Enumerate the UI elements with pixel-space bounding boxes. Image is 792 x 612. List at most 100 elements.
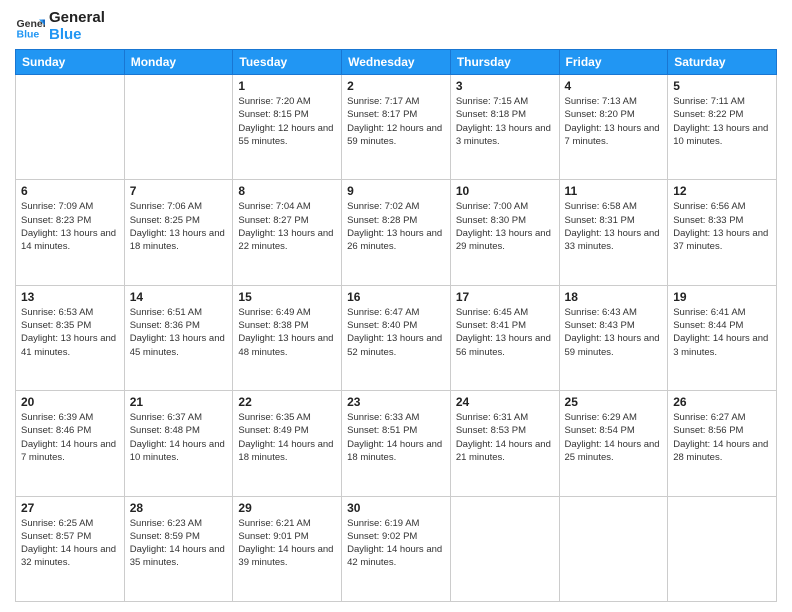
day-number: 13 [21,290,119,304]
day-info: Sunrise: 6:49 AM Sunset: 8:38 PM Dayligh… [238,306,336,359]
week-row-3: 13 Sunrise: 6:53 AM Sunset: 8:35 PM Dayli… [16,285,777,390]
calendar-cell [450,496,559,601]
day-info: Sunrise: 7:15 AM Sunset: 8:18 PM Dayligh… [456,95,554,148]
calendar-cell: 15 Sunrise: 6:49 AM Sunset: 8:38 PM Dayli… [233,285,342,390]
weekday-header-sunday: Sunday [16,50,125,75]
calendar-cell: 14 Sunrise: 6:51 AM Sunset: 8:36 PM Dayli… [124,285,233,390]
day-number: 14 [130,290,228,304]
calendar-cell: 9 Sunrise: 7:02 AM Sunset: 8:28 PM Daylig… [342,180,451,285]
day-number: 5 [673,79,771,93]
calendar-cell: 10 Sunrise: 7:00 AM Sunset: 8:30 PM Dayli… [450,180,559,285]
day-info: Sunrise: 7:09 AM Sunset: 8:23 PM Dayligh… [21,200,119,253]
weekday-header-row: SundayMondayTuesdayWednesdayThursdayFrid… [16,50,777,75]
day-number: 10 [456,184,554,198]
page: General Blue General Blue SundayMondayTu… [0,0,792,612]
day-info: Sunrise: 6:25 AM Sunset: 8:57 PM Dayligh… [21,517,119,570]
calendar-cell: 18 Sunrise: 6:43 AM Sunset: 8:43 PM Dayli… [559,285,668,390]
calendar-cell: 17Sunrise: 6:45 AM Sunset: 8:41 PM Dayli… [450,285,559,390]
day-number: 19 [673,290,771,304]
day-number: 17 [456,290,554,304]
header: General Blue General Blue [15,10,777,43]
day-info: Sunrise: 7:17 AM Sunset: 8:17 PM Dayligh… [347,95,445,148]
day-info: Sunrise: 6:51 AM Sunset: 8:36 PM Dayligh… [130,306,228,359]
day-number: 16 [347,290,445,304]
calendar-cell [668,496,777,601]
week-row-5: 27 Sunrise: 6:25 AM Sunset: 8:57 PM Dayli… [16,496,777,601]
logo-icon: General Blue [15,12,45,42]
calendar-table: SundayMondayTuesdayWednesdayThursdayFrid… [15,49,777,602]
calendar-cell: 26Sunrise: 6:27 AM Sunset: 8:56 PM Dayli… [668,391,777,496]
day-info: Sunrise: 7:02 AM Sunset: 8:28 PM Dayligh… [347,200,445,253]
day-info: Sunrise: 7:13 AM Sunset: 8:20 PM Dayligh… [565,95,663,148]
day-number: 20 [21,395,119,409]
day-info: Sunrise: 6:29 AM Sunset: 8:54 PM Dayligh… [565,411,663,464]
day-info: Sunrise: 6:27 AM Sunset: 8:56 PM Dayligh… [673,411,771,464]
calendar-cell: 4 Sunrise: 7:13 AM Sunset: 8:20 PM Daylig… [559,75,668,180]
day-number: 11 [565,184,663,198]
day-number: 30 [347,501,445,515]
day-info: Sunrise: 7:00 AM Sunset: 8:30 PM Dayligh… [456,200,554,253]
week-row-2: 6 Sunrise: 7:09 AM Sunset: 8:23 PM Daylig… [16,180,777,285]
calendar-cell [124,75,233,180]
day-number: 21 [130,395,228,409]
weekday-header-saturday: Saturday [668,50,777,75]
calendar-cell: 7 Sunrise: 7:06 AM Sunset: 8:25 PM Daylig… [124,180,233,285]
calendar-cell: 8 Sunrise: 7:04 AM Sunset: 8:27 PM Daylig… [233,180,342,285]
calendar-cell: 2 Sunrise: 7:17 AM Sunset: 8:17 PM Daylig… [342,75,451,180]
day-info: Sunrise: 6:21 AM Sunset: 9:01 PM Dayligh… [238,517,336,570]
calendar-cell [16,75,125,180]
day-info: Sunrise: 7:20 AM Sunset: 8:15 PM Dayligh… [238,95,336,148]
calendar-cell: 1Sunrise: 7:20 AM Sunset: 8:15 PM Daylig… [233,75,342,180]
day-info: Sunrise: 6:33 AM Sunset: 8:51 PM Dayligh… [347,411,445,464]
day-info: Sunrise: 6:43 AM Sunset: 8:43 PM Dayligh… [565,306,663,359]
svg-text:Blue: Blue [17,28,40,40]
day-number: 28 [130,501,228,515]
day-number: 7 [130,184,228,198]
calendar-cell: 19Sunrise: 6:41 AM Sunset: 8:44 PM Dayli… [668,285,777,390]
day-number: 27 [21,501,119,515]
calendar-cell: 13 Sunrise: 6:53 AM Sunset: 8:35 PM Dayli… [16,285,125,390]
weekday-header-thursday: Thursday [450,50,559,75]
day-number: 15 [238,290,336,304]
logo-blue: Blue [49,27,105,44]
day-info: Sunrise: 6:53 AM Sunset: 8:35 PM Dayligh… [21,306,119,359]
day-number: 9 [347,184,445,198]
logo-general: General [49,10,105,27]
calendar-cell: 23Sunrise: 6:33 AM Sunset: 8:51 PM Dayli… [342,391,451,496]
week-row-1: 1Sunrise: 7:20 AM Sunset: 8:15 PM Daylig… [16,75,777,180]
day-info: Sunrise: 7:04 AM Sunset: 8:27 PM Dayligh… [238,200,336,253]
calendar-cell: 12Sunrise: 6:56 AM Sunset: 8:33 PM Dayli… [668,180,777,285]
calendar-cell: 28 Sunrise: 6:23 AM Sunset: 8:59 PM Dayli… [124,496,233,601]
day-number: 22 [238,395,336,409]
day-number: 4 [565,79,663,93]
day-info: Sunrise: 6:23 AM Sunset: 8:59 PM Dayligh… [130,517,228,570]
week-row-4: 20 Sunrise: 6:39 AM Sunset: 8:46 PM Dayli… [16,391,777,496]
day-info: Sunrise: 7:06 AM Sunset: 8:25 PM Dayligh… [130,200,228,253]
day-number: 18 [565,290,663,304]
calendar-cell: 21 Sunrise: 6:37 AM Sunset: 8:48 PM Dayli… [124,391,233,496]
calendar-cell: 22Sunrise: 6:35 AM Sunset: 8:49 PM Dayli… [233,391,342,496]
calendar-cell: 24Sunrise: 6:31 AM Sunset: 8:53 PM Dayli… [450,391,559,496]
calendar-cell: 29 Sunrise: 6:21 AM Sunset: 9:01 PM Dayli… [233,496,342,601]
day-info: Sunrise: 7:11 AM Sunset: 8:22 PM Dayligh… [673,95,771,148]
weekday-header-wednesday: Wednesday [342,50,451,75]
calendar-cell: 3Sunrise: 7:15 AM Sunset: 8:18 PM Daylig… [450,75,559,180]
day-info: Sunrise: 6:58 AM Sunset: 8:31 PM Dayligh… [565,200,663,253]
day-number: 29 [238,501,336,515]
day-number: 2 [347,79,445,93]
calendar-cell: 30 Sunrise: 6:19 AM Sunset: 9:02 PM Dayli… [342,496,451,601]
calendar-cell: 11 Sunrise: 6:58 AM Sunset: 8:31 PM Dayli… [559,180,668,285]
day-info: Sunrise: 6:39 AM Sunset: 8:46 PM Dayligh… [21,411,119,464]
day-number: 8 [238,184,336,198]
day-info: Sunrise: 6:47 AM Sunset: 8:40 PM Dayligh… [347,306,445,359]
calendar-cell: 25Sunrise: 6:29 AM Sunset: 8:54 PM Dayli… [559,391,668,496]
weekday-header-monday: Monday [124,50,233,75]
calendar-cell: 27 Sunrise: 6:25 AM Sunset: 8:57 PM Dayli… [16,496,125,601]
weekday-header-tuesday: Tuesday [233,50,342,75]
calendar-cell [559,496,668,601]
day-info: Sunrise: 6:19 AM Sunset: 9:02 PM Dayligh… [347,517,445,570]
day-info: Sunrise: 6:37 AM Sunset: 8:48 PM Dayligh… [130,411,228,464]
logo: General Blue General Blue [15,10,105,43]
day-number: 6 [21,184,119,198]
calendar-cell: 16 Sunrise: 6:47 AM Sunset: 8:40 PM Dayli… [342,285,451,390]
